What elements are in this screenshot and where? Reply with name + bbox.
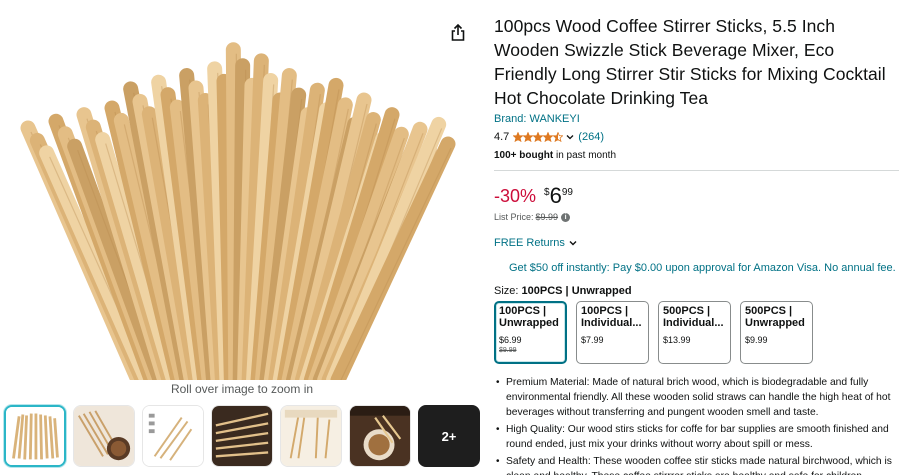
zoom-hint: Roll over image to zoom in: [170, 382, 314, 396]
feature-bullets: Premium Material: Made of natural brich …: [494, 375, 899, 475]
star-icon: [523, 132, 534, 142]
chevron-down-icon: [569, 241, 577, 246]
chevron-down-icon[interactable]: [565, 132, 575, 142]
thumbnail-4[interactable]: [211, 405, 273, 467]
size-option-500pcs-individual[interactable]: 500PCS | Individual... $13.99: [658, 301, 731, 364]
wooden-sticks-image: [20, 42, 456, 380]
size-options: 100PCS | Unwrapped $6.99 $9.99 100PCS | …: [494, 301, 899, 364]
bullet-item: Safety and Health: These wooden coffee s…: [496, 454, 899, 475]
free-returns-link[interactable]: FREE Returns: [494, 237, 899, 249]
brand-link[interactable]: Brand: WANKEYI: [494, 113, 899, 125]
bullet-item: High Quality: Our wood stirs sticks for …: [496, 422, 899, 452]
price-row: -30% $ 6 99: [494, 184, 899, 208]
product-info: 100pcs Wood Coffee Stirrer Sticks, 5.5 I…: [494, 14, 899, 475]
star-rating[interactable]: [513, 132, 564, 142]
product-title: 100pcs Wood Coffee Stirrer Sticks, 5.5 I…: [494, 16, 886, 108]
thumbnail-1[interactable]: [4, 405, 66, 467]
size-option-500pcs-unwrapped[interactable]: 500PCS | Unwrapped $9.99: [740, 301, 813, 364]
rating-row: 4.7 (264): [494, 130, 899, 144]
star-icon: [533, 132, 544, 142]
thumbnail-2[interactable]: [73, 405, 135, 467]
size-option-100pcs-unwrapped[interactable]: 100PCS | Unwrapped $6.99 $9.99: [494, 301, 567, 364]
star-icon: [543, 132, 554, 142]
more-images-button[interactable]: 2+: [418, 405, 480, 467]
share-icon[interactable]: [447, 22, 469, 44]
thumbnail-3[interactable]: [142, 405, 204, 467]
bullet-item: Premium Material: Made of natural brich …: [496, 375, 899, 420]
list-price: List Price: $9.99 i: [494, 212, 899, 222]
main-product-image[interactable]: [18, 8, 470, 380]
visa-promo-link[interactable]: Get $50 off instantly: Pay $0.00 upon ap…: [494, 262, 899, 274]
discount-badge: -30%: [494, 186, 537, 206]
star-icon: [553, 132, 564, 142]
current-price: $ 6 99: [544, 183, 573, 208]
bought-in-past-month: 100+ bought in past month: [494, 150, 616, 161]
size-label: Size: 100PCS | Unwrapped: [494, 285, 632, 297]
info-icon[interactable]: i: [561, 212, 571, 222]
divider: [494, 170, 899, 171]
rating-value: 4.7: [494, 131, 510, 143]
thumbnail-strip: 2+: [4, 405, 484, 469]
star-icon: [513, 132, 524, 142]
thumbnail-6[interactable]: [349, 405, 411, 467]
thumbnail-5[interactable]: [280, 405, 342, 467]
size-option-100pcs-individual[interactable]: 100PCS | Individual... $7.99: [576, 301, 649, 364]
rating-count-link[interactable]: (264): [578, 131, 604, 143]
